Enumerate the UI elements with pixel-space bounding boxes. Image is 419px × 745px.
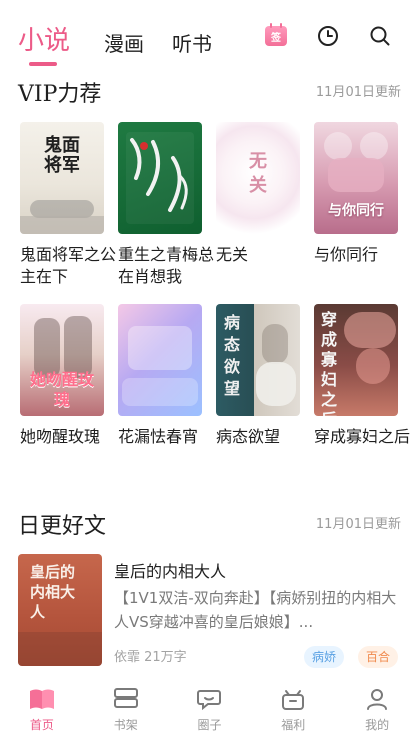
history-button[interactable]: [316, 24, 340, 48]
book-card[interactable]: 无关 无关: [216, 122, 302, 266]
book-cover: 她吻醒玫瑰: [20, 304, 104, 416]
tab-audiobook[interactable]: 听书: [172, 28, 212, 57]
book-author-meta: 依霏 21万字: [114, 650, 187, 665]
daily-updated-time: 11月01日更新: [315, 517, 401, 532]
book-card[interactable]: 鬼面将军 鬼面将军之公主在下: [20, 122, 116, 288]
nav-label: 圈子: [197, 718, 222, 732]
tab-comic[interactable]: 漫画: [104, 28, 144, 57]
calendar-icon: 签: [265, 23, 287, 46]
book-title: 她吻醒玫瑰: [20, 427, 101, 446]
book-card[interactable]: 重生之青梅总在肖想我: [118, 122, 214, 288]
book-card[interactable]: 花漏怯春宵: [118, 304, 204, 448]
book-cover: 皇后的内相大人: [18, 554, 102, 666]
search-button[interactable]: [368, 24, 392, 48]
nav-label: 福利: [281, 718, 306, 732]
search-icon: [370, 26, 390, 46]
user-icon: [362, 684, 392, 714]
book-cover: 无关: [216, 122, 300, 234]
clock-icon: [318, 26, 338, 46]
book-card[interactable]: 穿成寡妇之后 穿成寡妇之后: [314, 304, 410, 448]
cover-title: 与你同行: [328, 203, 384, 219]
nav-label: 我的: [365, 718, 390, 732]
top-bar: 小说 漫画 听书 签: [0, 0, 419, 70]
tab-novel[interactable]: 小说: [18, 20, 70, 57]
nav-welfare[interactable]: 福利: [251, 680, 335, 745]
book-title: 病态欲望: [216, 427, 281, 446]
cover-title: 穿成寡妇之后: [320, 310, 337, 416]
bottom-nav: 首页 书架 圈子 福利 我的: [0, 680, 419, 745]
nav-profile[interactable]: 我的: [335, 680, 419, 745]
nav-label: 书架: [113, 718, 138, 732]
book-cover: [118, 122, 202, 234]
cover-title: 皇后的内相大人: [30, 563, 76, 621]
cover-calligraphy: [130, 138, 188, 212]
cover-title: 鬼面将军: [44, 135, 80, 176]
book-cover: 鬼面将军: [20, 122, 104, 234]
tag-badge[interactable]: 百合: [358, 646, 399, 668]
book-icon: [27, 684, 57, 714]
book-title: 皇后的内相大人: [114, 562, 227, 581]
book-title: 花漏怯春宵: [118, 427, 199, 446]
nav-home[interactable]: 首页: [0, 680, 84, 745]
vip-section-title: VIP力荐: [18, 82, 102, 107]
book-title: 鬼面将军之公主在下: [20, 245, 117, 286]
book-cover: 病态欲望: [216, 304, 300, 416]
cover-title: 她吻醒玫瑰: [29, 370, 94, 409]
book-cover: 与你同行: [314, 122, 398, 234]
gift-icon: [278, 684, 308, 714]
nav-label: 首页: [29, 718, 54, 732]
book-card[interactable]: 她吻醒玫瑰 她吻醒玫瑰: [20, 304, 106, 448]
daily-section-title: 日更好文: [18, 514, 107, 539]
active-tab-indicator: [29, 62, 57, 66]
sign-in-button[interactable]: 签: [264, 23, 288, 48]
daily-book-card[interactable]: 皇后的内相大人 皇后的内相大人 【1V1双洁-双向奔赴】【病娇别扭的内相大人VS…: [18, 554, 401, 668]
sign-in-label: 签: [271, 32, 281, 44]
book-card[interactable]: 与你同行 与你同行: [314, 122, 400, 266]
book-title: 重生之青梅总在肖想我: [118, 245, 215, 286]
cover-title: 无关: [249, 151, 267, 196]
nav-bookshelf[interactable]: 书架: [84, 680, 168, 745]
book-card[interactable]: 病态欲望 病态欲望: [216, 304, 302, 448]
book-title: 与你同行: [314, 245, 379, 264]
book-description: 【1V1双洁-双向奔赴】【病娇别扭的内相大人VS穿越冲喜的皇后娘娘】...: [114, 589, 397, 631]
chat-icon: [194, 684, 224, 714]
cover-title: 病态欲望: [223, 313, 240, 398]
book-cover: [118, 304, 202, 416]
bookshelf-icon: [111, 684, 141, 714]
book-title: 无关: [216, 245, 249, 264]
nav-community[interactable]: 圈子: [168, 680, 252, 745]
book-cover: 穿成寡妇之后: [314, 304, 398, 416]
book-title: 穿成寡妇之后: [314, 427, 411, 446]
vip-updated-time: 11月01日更新: [315, 85, 401, 100]
tag-badge[interactable]: 病娇: [304, 646, 345, 668]
